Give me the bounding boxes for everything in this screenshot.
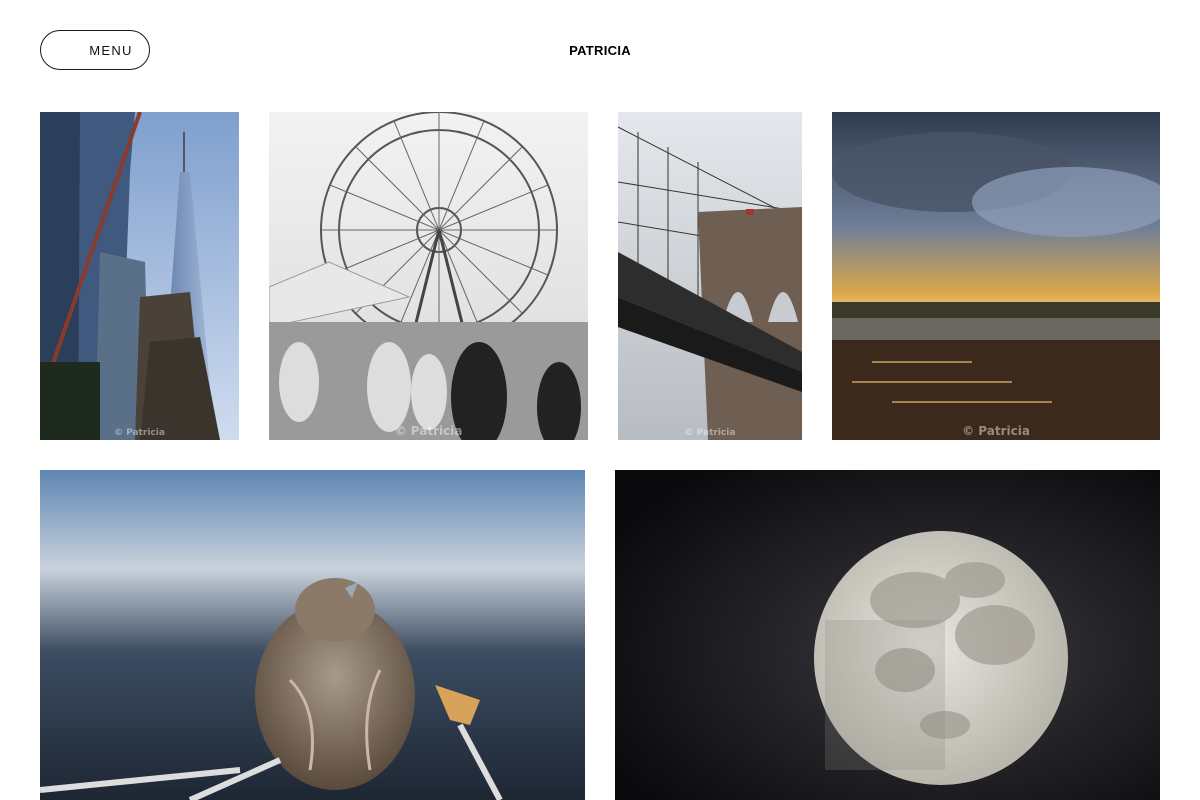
photo-watermark: © Patricia bbox=[114, 428, 165, 438]
bridge-image bbox=[618, 112, 802, 440]
site-header: MENU PATRICIA bbox=[0, 0, 1200, 100]
photo-full-moon[interactable] bbox=[615, 470, 1160, 800]
ferris-wheel-image bbox=[269, 112, 588, 440]
photo-watermark: © Patricia bbox=[962, 424, 1030, 438]
harbor-sunset-image bbox=[832, 112, 1160, 440]
photo-ferris-wheel[interactable]: © Patricia bbox=[269, 112, 588, 440]
photo-watermark: © Patricia bbox=[394, 424, 463, 438]
site-title[interactable]: PATRICIA bbox=[0, 43, 1200, 58]
full-moon-image bbox=[615, 470, 1160, 800]
sparrow-image bbox=[40, 470, 585, 800]
photo-skyscrapers[interactable]: © Patricia bbox=[40, 112, 239, 440]
photo-bridge[interactable]: © Patricia bbox=[618, 112, 802, 440]
photo-watermark: © Patricia bbox=[684, 428, 736, 438]
skyscrapers-image bbox=[40, 112, 239, 440]
photo-harbor-sunset[interactable]: © Patricia bbox=[832, 112, 1160, 440]
photo-sparrow[interactable] bbox=[40, 470, 585, 800]
